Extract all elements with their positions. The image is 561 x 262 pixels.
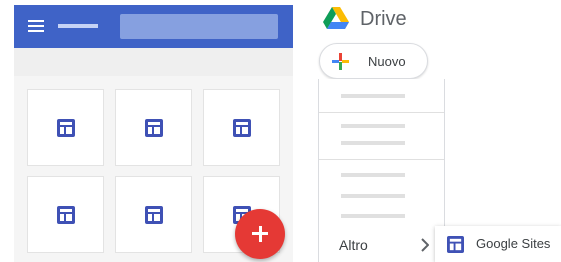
- menu-divider: [319, 159, 444, 160]
- new-dropdown-menu: Altro: [318, 79, 445, 262]
- site-template-tile[interactable]: [203, 89, 280, 166]
- menu-item-more-label: Altro: [339, 237, 368, 253]
- drive-title: Drive: [360, 8, 407, 30]
- site-template-tile[interactable]: [27, 89, 104, 166]
- sites-layout-icon: [233, 119, 251, 137]
- submenu-item-google-sites[interactable]: Google Sites: [435, 226, 561, 262]
- chevron-right-icon: [421, 238, 429, 252]
- menu-item-placeholder[interactable]: [341, 214, 405, 218]
- submenu-item-label: Google Sites: [476, 236, 551, 251]
- sites-layout-icon: [145, 119, 163, 137]
- plus-icon: [332, 53, 349, 70]
- sites-layout-icon: [57, 206, 75, 224]
- new-button-label: Nuovo: [368, 54, 406, 69]
- site-template-tile[interactable]: [27, 176, 104, 253]
- hamburger-icon[interactable]: [28, 20, 44, 32]
- site-template-tile[interactable]: [115, 89, 192, 166]
- add-fab-button[interactable]: [235, 209, 285, 259]
- menu-item-placeholder[interactable]: [341, 94, 405, 98]
- google-drive-logo: [323, 7, 349, 29]
- sites-toolbar-placeholder: [14, 48, 293, 76]
- search-bar-placeholder[interactable]: [120, 14, 278, 39]
- sites-app-bar: [14, 5, 293, 48]
- sites-layout-icon: [145, 206, 163, 224]
- menu-item-placeholder[interactable]: [341, 173, 405, 177]
- site-template-tile[interactable]: [115, 176, 192, 253]
- menu-item-more[interactable]: Altro: [319, 230, 444, 262]
- menu-item-placeholder[interactable]: [341, 194, 405, 198]
- google-sites-icon: [447, 236, 464, 253]
- menu-item-placeholder[interactable]: [341, 141, 405, 145]
- menu-item-placeholder[interactable]: [341, 124, 405, 128]
- app-title-placeholder: [58, 24, 98, 28]
- new-button[interactable]: Nuovo: [319, 43, 428, 79]
- menu-divider: [319, 112, 444, 113]
- sites-layout-icon: [57, 119, 75, 137]
